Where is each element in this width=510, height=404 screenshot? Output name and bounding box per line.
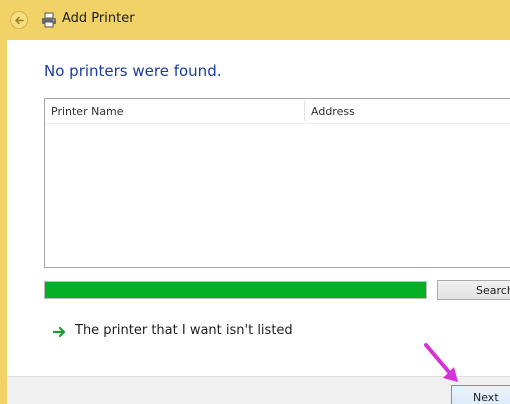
column-separator[interactable] — [304, 101, 305, 121]
printer-icon — [42, 12, 56, 28]
search-button[interactable]: Search — [437, 280, 510, 300]
footer-bar: Next — [7, 376, 510, 404]
green-arrow-icon — [53, 326, 66, 338]
content-panel: No printers were found. Printer Name Add… — [7, 40, 510, 376]
progress-fill — [45, 282, 426, 298]
list-header: Printer Name Address — [45, 99, 510, 124]
title-bar: Add Printer — [0, 0, 510, 40]
column-header-printer-name[interactable]: Printer Name — [51, 105, 124, 118]
page-heading: No printers were found. — [44, 62, 222, 80]
search-progress-bar — [44, 281, 427, 299]
back-button[interactable] — [10, 11, 28, 29]
column-header-address[interactable]: Address — [311, 105, 355, 118]
next-button-label: Next — [473, 391, 499, 404]
printer-list[interactable]: Printer Name Address — [44, 98, 510, 268]
window-title: Add Printer — [62, 11, 135, 26]
back-arrow-icon — [15, 16, 24, 25]
search-button-label: Search — [476, 284, 510, 297]
printer-not-listed-text: The printer that I want isn't listed — [75, 323, 293, 338]
add-printer-window: Add Printer No printers were found. Prin… — [0, 0, 510, 404]
next-button[interactable]: Next — [451, 385, 510, 404]
